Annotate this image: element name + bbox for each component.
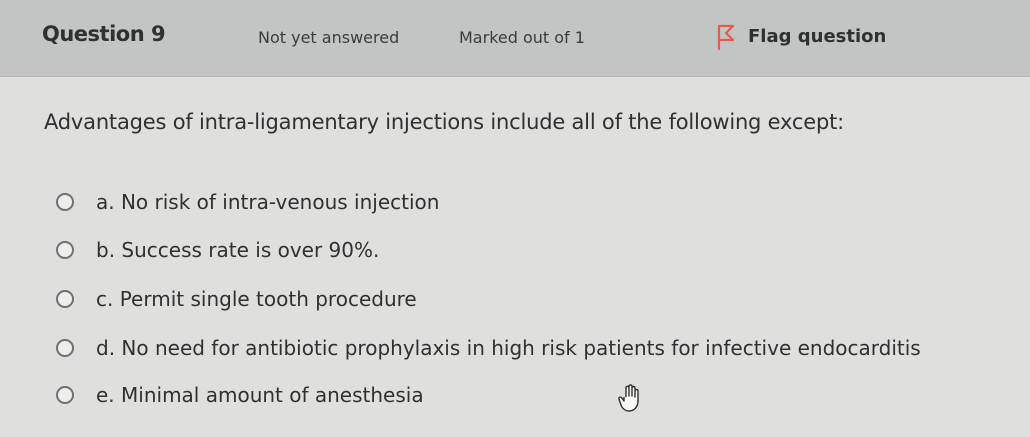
answer-radio-e[interactable] <box>56 386 74 404</box>
flag-question-button[interactable]: Flag question <box>716 22 886 50</box>
answer-option-a[interactable]: a. No risk of intra-venous injection <box>56 190 439 214</box>
answer-label-d: d. No need for antibiotic prophylaxis in… <box>96 336 921 360</box>
answer-radio-c[interactable] <box>56 290 74 308</box>
answer-radio-d[interactable] <box>56 339 74 357</box>
question-marks: Marked out of 1 <box>459 28 585 47</box>
answer-label-a: a. No risk of intra-venous injection <box>96 190 440 214</box>
answer-label-b: b. Success rate is over 90%. <box>96 238 380 262</box>
answer-option-e[interactable]: e. Minimal amount of anesthesia <box>56 383 424 407</box>
answer-option-c[interactable]: c. Permit single tooth procedure <box>56 287 417 311</box>
hand-pointer-icon <box>618 384 639 412</box>
flag-icon <box>717 24 735 50</box>
flag-question-label: Flag question <box>748 25 887 47</box>
question-state: Not yet answered <box>258 28 400 47</box>
answer-label-e: e. Minimal amount of anesthesia <box>96 383 424 407</box>
answer-label-c: c. Permit single tooth procedure <box>96 287 417 311</box>
question-info-header: Question 9 Not yet answered Marked out o… <box>0 0 1030 77</box>
answer-radio-b[interactable] <box>56 241 74 259</box>
answer-option-b[interactable]: b. Success rate is over 90%. <box>56 238 379 262</box>
answer-option-d[interactable]: d. No need for antibiotic prophylaxis in… <box>56 336 921 360</box>
question-number: Question 9 <box>42 22 166 46</box>
answer-radio-a[interactable] <box>56 193 74 211</box>
question-text: Advantages of intra-ligamentary injectio… <box>44 110 844 134</box>
